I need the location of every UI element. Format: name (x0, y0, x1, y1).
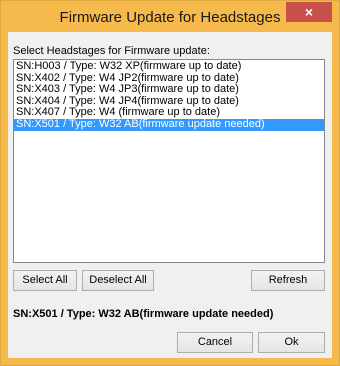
selected-headstage-status: SN:X501 / Type: W32 AB(firmware update n… (13, 308, 274, 320)
deselect-all-button[interactable]: Deselect All (82, 270, 154, 291)
select-all-button[interactable]: Select All (13, 270, 77, 291)
cancel-button[interactable]: Cancel (177, 332, 253, 353)
list-caption: Select Headstages for Firmware update: (13, 45, 210, 57)
list-item-selected[interactable]: SN:X501 / Type: W32 AB(firmware update n… (14, 118, 324, 131)
close-button[interactable]: × (286, 2, 332, 22)
ok-button[interactable]: Ok (258, 332, 325, 353)
refresh-button[interactable]: Refresh (251, 270, 325, 291)
list-item[interactable]: SN:H003 / Type: W32 XP(firmware up to da… (14, 60, 324, 73)
title-bar[interactable]: Firmware Update for Headstages × (1, 1, 339, 32)
dialog-body: Select Headstages for Firmware update: S… (8, 32, 332, 358)
firmware-update-dialog: Firmware Update for Headstages × Select … (0, 0, 340, 366)
close-icon: × (304, 4, 314, 20)
headstage-list[interactable]: SN:H003 / Type: W32 XP(firmware up to da… (13, 59, 325, 263)
